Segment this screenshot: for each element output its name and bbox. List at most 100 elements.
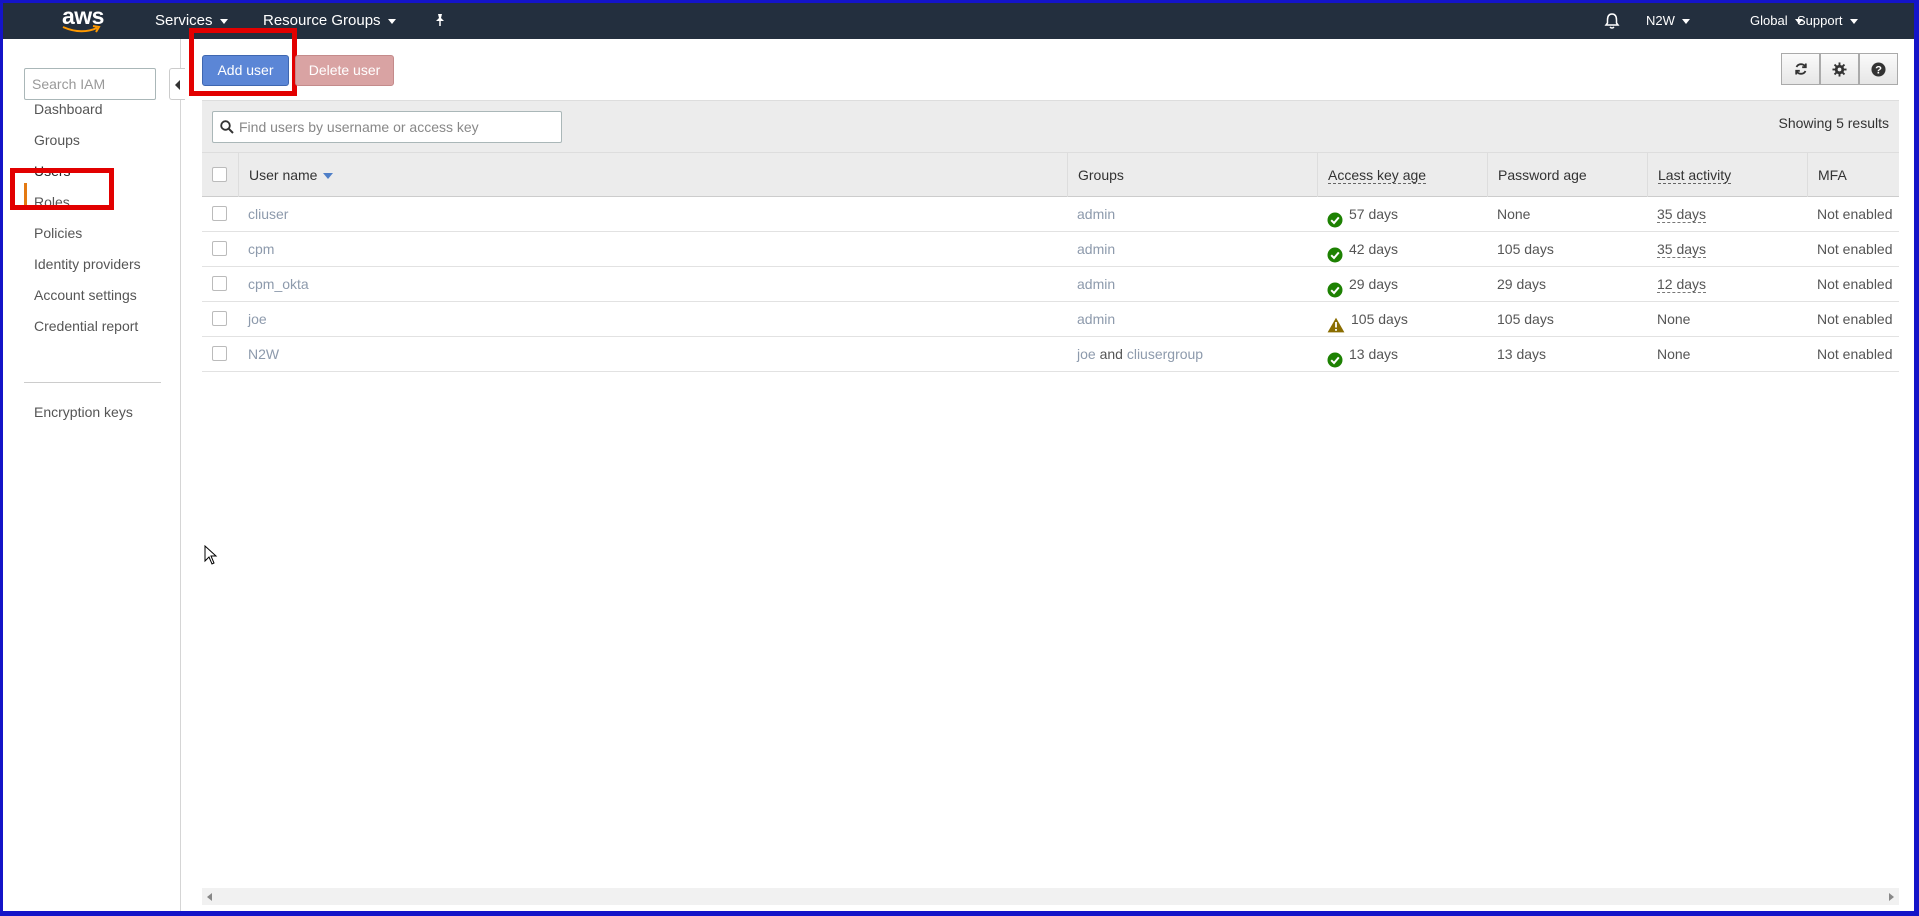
sidebar-item-dashboard[interactable]: Dashboard: [34, 101, 103, 117]
password-age-value: 13 days: [1497, 346, 1547, 362]
resource-groups-menu[interactable]: Resource Groups: [263, 3, 396, 39]
sidebar-item-account-settings[interactable]: Account settings: [34, 287, 137, 303]
scroll-right-icon[interactable]: [1889, 893, 1894, 901]
groups-cell: joe and cliusergroup: [1077, 337, 1203, 371]
column-password-age[interactable]: Password age: [1487, 153, 1647, 197]
last-activity-value: 12 days: [1657, 276, 1707, 293]
bell-icon[interactable]: [1604, 12, 1620, 30]
mfa-value: Not enabled: [1817, 241, 1893, 257]
collapse-sidebar-icon[interactable]: [169, 68, 185, 100]
sidebar-item-identity-providers[interactable]: Identity providers: [34, 256, 141, 272]
password-age-value: 105 days: [1497, 241, 1554, 257]
results-count: Showing 5 results: [1778, 115, 1889, 131]
groups-cell: admin: [1077, 267, 1115, 301]
last-activity-value: 35 days: [1657, 206, 1707, 223]
chevron-down-icon: [387, 18, 396, 24]
user-name-link[interactable]: cpm: [248, 241, 274, 257]
sidebar-item-roles[interactable]: Roles: [34, 194, 70, 210]
column-mfa[interactable]: MFA: [1807, 153, 1899, 197]
group-separator: and: [1099, 346, 1123, 362]
help-icon[interactable]: ?: [1859, 53, 1898, 85]
group-link[interactable]: admin: [1077, 311, 1115, 327]
column-groups[interactable]: Groups: [1067, 153, 1317, 197]
row-checkbox[interactable]: [212, 311, 227, 326]
group-link[interactable]: admin: [1077, 241, 1115, 257]
sidebar-divider: [24, 382, 161, 383]
account-label: N2W: [1646, 13, 1675, 28]
row-checkbox[interactable]: [212, 346, 227, 361]
chevron-down-icon: [1681, 19, 1690, 25]
access-key-age-cell: 29 days: [1327, 267, 1487, 301]
add-user-button[interactable]: Add user: [202, 55, 289, 86]
support-label: Support: [1797, 13, 1843, 28]
sidebar-item-users[interactable]: Users: [34, 163, 71, 179]
column-label: Password age: [1498, 167, 1587, 183]
select-all-checkbox[interactable]: [212, 167, 227, 182]
password-age-value: 105 days: [1497, 311, 1554, 327]
row-checkbox[interactable]: [212, 206, 227, 221]
user-name-link[interactable]: joe: [248, 311, 267, 327]
search-iam-input[interactable]: [24, 68, 156, 100]
column-user-name[interactable]: User name: [238, 153, 1067, 197]
access-key-age-cell: 105 days: [1327, 302, 1487, 336]
table-row[interactable]: joe admin 105 days 105 days None Not enabled: [202, 302, 1899, 337]
column-last-activity[interactable]: Last activity: [1647, 153, 1807, 197]
table-row[interactable]: cpm admin 42 days 105 days 35 days Not enable…: [202, 232, 1899, 267]
account-menu[interactable]: N2W: [1646, 3, 1690, 39]
group-link[interactable]: admin: [1077, 276, 1115, 292]
access-key-age-cell: 57 days: [1327, 197, 1487, 231]
table-row[interactable]: cliuser admin 57 days None 35 days Not enable…: [202, 197, 1899, 232]
access-key-age-value: 29 days: [1349, 276, 1399, 292]
table-row[interactable]: cpm_okta admin 29 days 29 days 12 days Not en…: [202, 267, 1899, 302]
groups-cell: admin: [1077, 197, 1115, 231]
delete-user-button[interactable]: Delete user: [295, 55, 394, 86]
search-icon: [220, 120, 234, 134]
password-age-value: None: [1497, 206, 1531, 222]
sort-descending-icon: [323, 173, 334, 180]
support-menu[interactable]: Support: [1797, 3, 1858, 39]
resource-groups-label: Resource Groups: [263, 12, 381, 29]
sidebar: Dashboard Groups Users Roles Policies Id…: [3, 39, 185, 911]
find-users-input[interactable]: [212, 111, 562, 143]
column-label: Last activity: [1658, 167, 1732, 184]
table-header: User name Groups Access key age Password…: [202, 152, 1899, 197]
services-menu[interactable]: Services: [155, 3, 228, 39]
refresh-icon[interactable]: [1781, 53, 1820, 85]
row-checkbox[interactable]: [212, 241, 227, 256]
password-age-value: 29 days: [1497, 276, 1547, 292]
table-row[interactable]: N2W joe and cliusergroup 13 days 13 days Non…: [202, 337, 1899, 372]
chevron-down-icon: [219, 18, 228, 24]
groups-cell: admin: [1077, 232, 1115, 266]
region-menu[interactable]: Global: [1750, 3, 1803, 39]
sidebar-item-policies[interactable]: Policies: [34, 225, 82, 241]
user-name-link[interactable]: cliuser: [248, 206, 288, 222]
group-link[interactable]: admin: [1077, 206, 1115, 222]
mouse-cursor-icon: [204, 545, 218, 565]
group-link[interactable]: joe: [1077, 346, 1096, 362]
access-key-age-value: 105 days: [1351, 311, 1408, 327]
top-navigation: aws Services Resource Groups N2W Global …: [3, 3, 1914, 39]
sidebar-item-groups[interactable]: Groups: [34, 132, 80, 148]
sidebar-item-encryption-keys[interactable]: Encryption keys: [34, 404, 133, 420]
mfa-value: Not enabled: [1817, 276, 1893, 292]
access-key-age-value: 57 days: [1349, 206, 1399, 222]
column-label: Access key age: [1328, 167, 1427, 184]
last-activity-value: None: [1657, 311, 1691, 327]
chevron-down-icon: [1849, 19, 1858, 25]
user-name-link[interactable]: N2W: [248, 346, 279, 362]
aws-logo[interactable]: aws: [59, 3, 105, 37]
svg-text:?: ?: [1875, 64, 1882, 76]
pin-icon[interactable]: [433, 13, 447, 29]
sidebar-item-credential-report[interactable]: Credential report: [34, 318, 138, 334]
group-link[interactable]: cliusergroup: [1127, 346, 1203, 362]
smile-arrow-icon: [62, 25, 101, 33]
mfa-value: Not enabled: [1817, 311, 1893, 327]
mfa-value: Not enabled: [1817, 346, 1893, 362]
horizontal-scrollbar[interactable]: [202, 888, 1899, 905]
row-checkbox[interactable]: [212, 276, 227, 291]
gear-icon[interactable]: [1820, 53, 1859, 85]
user-name-link[interactable]: cpm_okta: [248, 276, 309, 292]
active-indicator: [24, 183, 27, 205]
column-access-key-age[interactable]: Access key age: [1317, 153, 1487, 197]
scroll-left-icon[interactable]: [207, 893, 212, 901]
